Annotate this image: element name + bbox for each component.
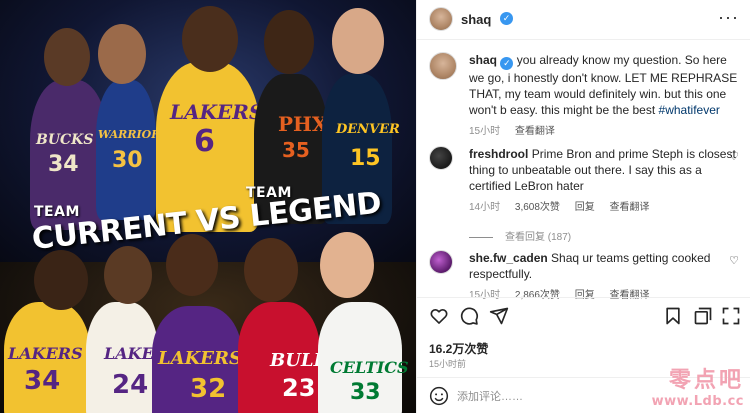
comment-username[interactable]: she.fw_caden — [469, 251, 548, 265]
site-watermark: 零点吧 www.Ldb.cc — [652, 362, 744, 409]
collection-icon[interactable] — [693, 306, 713, 326]
comment-username[interactable]: freshdrool — [469, 147, 528, 161]
avatar[interactable] — [429, 146, 453, 170]
jersey-number: 30 — [112, 148, 143, 173]
jersey-number: 34 — [24, 366, 61, 396]
jersey-number: 35 — [282, 138, 310, 162]
post-caption: shaq ✓ you already know my question. So … — [429, 52, 739, 140]
likes-count[interactable]: 16.2万次赞 — [429, 340, 488, 357]
player-head — [44, 28, 90, 86]
post-header: shaq ✓ ··· — [417, 0, 750, 40]
translate-link[interactable]: 查看翻译 — [515, 126, 555, 137]
comment-bubble-icon[interactable] — [459, 306, 479, 326]
save-bookmark-icon[interactable] — [663, 306, 683, 326]
jersey-name: PHX — [278, 112, 328, 136]
jersey-number: 15 — [350, 146, 381, 171]
post-timestamp: 15小时前 — [429, 359, 467, 369]
comment-like-count[interactable]: 3,608次赞 — [515, 202, 560, 213]
post-author-username[interactable]: shaq — [461, 12, 491, 27]
verified-badge-icon: ✓ — [500, 12, 513, 25]
player-head — [34, 250, 88, 310]
comment-item: freshdrool Prime Bron and prime Steph is… — [429, 146, 739, 243]
post-image: BUCKS 34 WARRIORS 30 LAKERS 6 PHX 35 DEN… — [0, 0, 416, 413]
jersey-number: 23 — [282, 374, 316, 402]
emoji-icon[interactable] — [429, 386, 449, 406]
comment-input[interactable]: 添加评论…… — [457, 388, 523, 404]
comment-meta: 14小时 3,608次赞 回复 查看翻译 — [469, 200, 739, 216]
image-legend-team: LAKERS 34 LAKERS 24 LAKERS 32 BULLS 23 C… — [0, 232, 416, 413]
jersey-name: DENVER — [336, 122, 400, 137]
comment-body: freshdrool Prime Bron and prime Steph is… — [469, 146, 739, 216]
avatar[interactable] — [429, 52, 457, 80]
player-head — [264, 10, 314, 74]
player-head — [320, 232, 374, 298]
fullscreen-icon[interactable] — [721, 306, 741, 326]
post-panel: shaq ✓ ··· shaq ✓ you already know my qu… — [416, 0, 750, 413]
jersey-number: 24 — [112, 370, 149, 400]
comment-like-heart-icon[interactable]: ♡ — [729, 254, 739, 267]
watermark-text: 零点吧 — [668, 367, 744, 393]
image-current-team: BUCKS 34 WARRIORS 30 LAKERS 6 PHX 35 DEN… — [0, 0, 416, 262]
reply-button[interactable]: 回复 — [575, 202, 595, 213]
jersey-name: CELTICS — [330, 358, 409, 377]
comment-body: she.fw_caden Shaq ur teams getting cooke… — [469, 250, 739, 304]
comment-like-heart-icon[interactable]: ♡ — [729, 150, 739, 163]
jersey-number: 32 — [190, 374, 227, 404]
like-heart-icon[interactable] — [429, 306, 449, 326]
avatar[interactable] — [429, 7, 453, 31]
translate-link[interactable]: 查看翻译 — [610, 202, 650, 213]
jersey-name: LAKERS — [170, 100, 264, 124]
comment-time: 14小时 — [469, 202, 501, 213]
post-actions-bar — [417, 297, 750, 333]
jersey-number: 33 — [350, 380, 381, 405]
player-head — [332, 8, 384, 74]
comment-item: she.fw_caden Shaq ur teams getting cooke… — [429, 250, 739, 304]
verified-badge-icon: ✓ — [500, 57, 514, 70]
player-head — [104, 246, 152, 304]
player-head — [182, 6, 238, 72]
player-head — [166, 234, 218, 296]
caption-username[interactable]: shaq — [469, 53, 497, 67]
hashtag-link[interactable]: #whatifever — [659, 103, 720, 117]
share-paper-plane-icon[interactable] — [489, 306, 509, 326]
caption-time: 15小时 — [469, 126, 501, 137]
jersey-name: LAKERS — [158, 348, 242, 369]
player-head — [98, 24, 146, 84]
jersey-number: 6 — [194, 124, 215, 159]
jersey-name: BUCKS — [36, 132, 94, 148]
avatar[interactable] — [429, 250, 453, 274]
caption-body: shaq ✓ you already know my question. So … — [469, 52, 739, 140]
more-options-icon[interactable]: ··· — [718, 7, 739, 28]
player-head — [244, 238, 298, 302]
view-replies-link[interactable]: 查看回复 (187) — [469, 228, 739, 243]
watermark-url: www.Ldb.cc — [651, 394, 744, 409]
caption-meta: 15小时 查看翻译 — [469, 124, 739, 140]
jersey-name: LAKERS — [8, 344, 83, 363]
jersey-number: 34 — [48, 152, 79, 177]
